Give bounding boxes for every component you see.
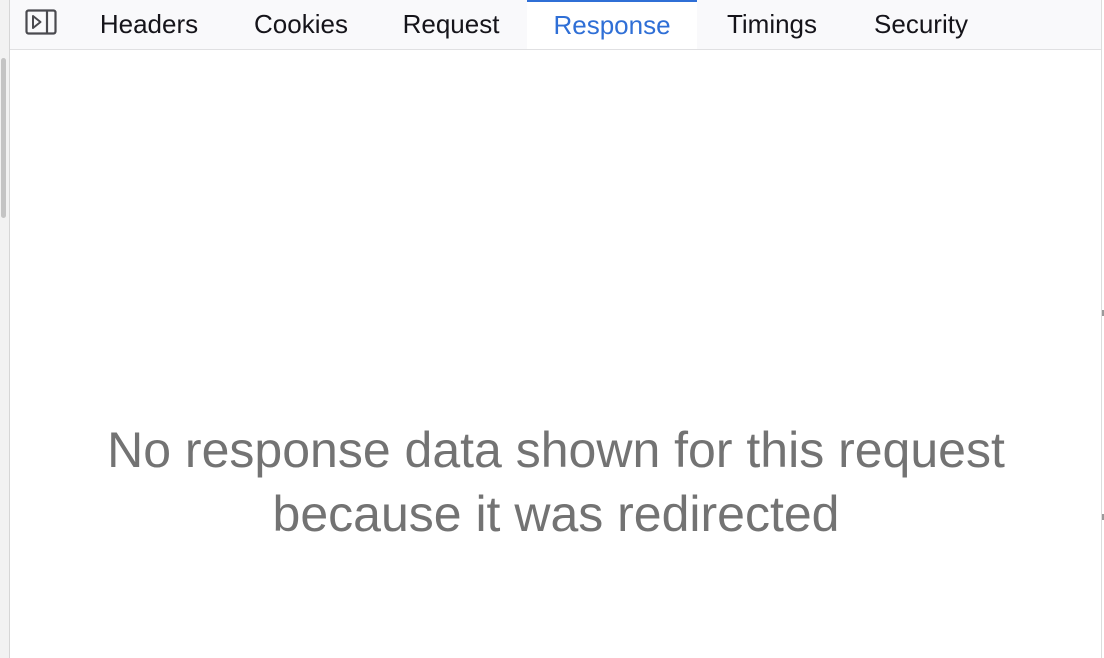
sidebar-toggle-icon — [25, 8, 57, 40]
tab-request[interactable]: Request — [376, 0, 526, 49]
network-details-panel: Headers Cookies Request Response Timings… — [10, 0, 1102, 658]
empty-message-line-2: because it was redirected — [272, 486, 840, 542]
empty-message-line-1: No response data shown for this request — [107, 422, 1005, 478]
tab-headers[interactable]: Headers — [74, 0, 224, 49]
tab-cookies[interactable]: Cookies — [226, 0, 376, 49]
toggle-sidebar-button[interactable] — [22, 8, 60, 40]
details-tabbar: Headers Cookies Request Response Timings… — [10, 0, 1101, 50]
tab-timings[interactable]: Timings — [697, 0, 847, 49]
tab-security[interactable]: Security — [846, 0, 996, 49]
tab-response[interactable]: Response — [527, 0, 697, 49]
empty-response-message: No response data shown for this request … — [10, 418, 1102, 546]
scrollbar-thumb[interactable] — [1, 58, 6, 218]
left-gutter — [0, 0, 10, 658]
